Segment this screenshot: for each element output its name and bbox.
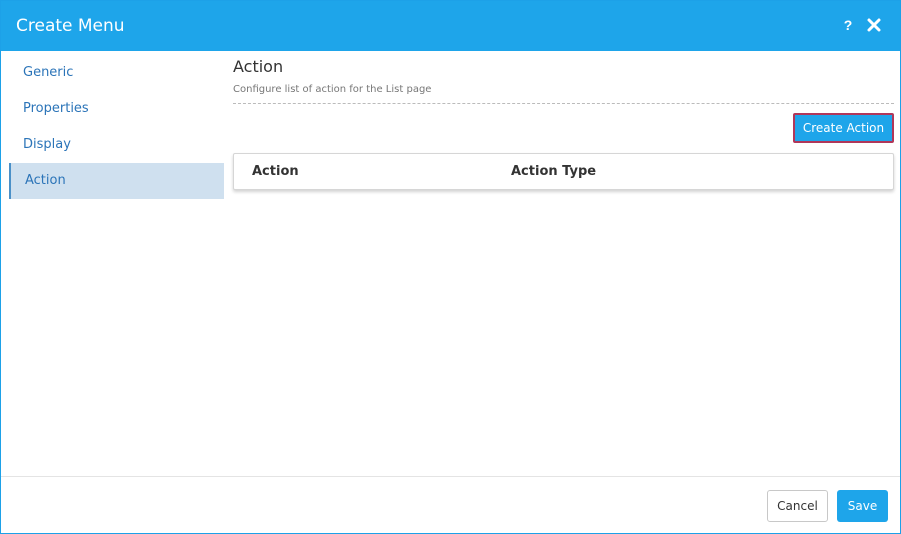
save-button[interactable]: Save xyxy=(837,490,888,522)
footer-divider xyxy=(1,476,900,477)
sidebar-nav: Generic Properties Display Action xyxy=(9,55,224,199)
cancel-button[interactable]: Cancel xyxy=(767,490,828,522)
sidebar-item-display[interactable]: Display xyxy=(9,127,224,163)
close-icon[interactable] xyxy=(865,16,883,34)
column-header-action[interactable]: Action xyxy=(252,164,299,179)
sidebar-item-label: Properties xyxy=(23,101,89,116)
sidebar-item-action[interactable]: Action xyxy=(9,163,224,199)
create-action-button[interactable]: Create Action xyxy=(793,113,894,143)
help-icon[interactable]: ? xyxy=(841,16,855,34)
sidebar-item-label: Display xyxy=(23,137,71,152)
column-header-action-type[interactable]: Action Type xyxy=(511,164,596,179)
sidebar-item-properties[interactable]: Properties xyxy=(9,91,224,127)
dialog-titlebar: Create Menu ? xyxy=(1,1,900,51)
section-divider xyxy=(233,103,894,104)
section-title: Action xyxy=(233,57,284,76)
sidebar-item-label: Generic xyxy=(23,65,74,80)
create-menu-dialog: Create Menu ? Generic Properties Display… xyxy=(0,0,901,534)
sidebar-item-generic[interactable]: Generic xyxy=(9,55,224,91)
main-content: Action Configure list of action for the … xyxy=(233,57,894,190)
sidebar-item-label: Action xyxy=(25,173,66,188)
section-subtitle: Configure list of action for the List pa… xyxy=(233,84,432,95)
dialog-title: Create Menu xyxy=(16,16,125,36)
actions-table: Action Action Type xyxy=(233,153,894,190)
